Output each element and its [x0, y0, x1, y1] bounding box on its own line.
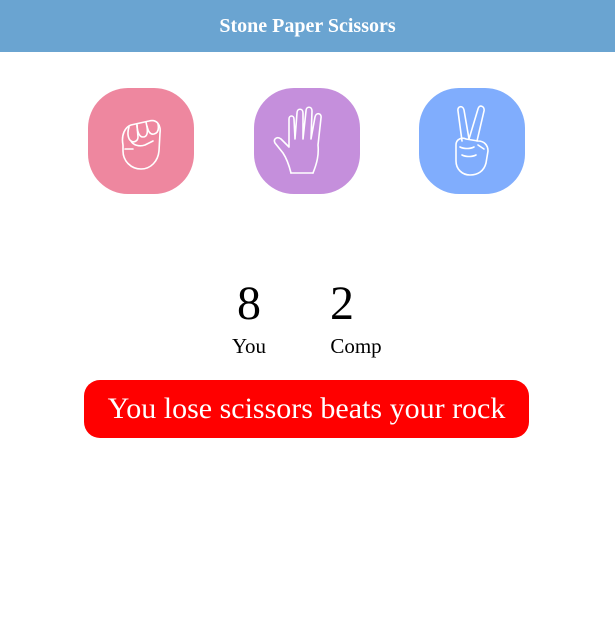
rock-button[interactable]: [88, 88, 194, 194]
computer-score-label: Comp: [330, 334, 382, 358]
peace-hand-icon: [455, 105, 489, 176]
app-title: Stone Paper Scissors: [219, 14, 396, 37]
computer-score-value: 2: [330, 277, 354, 330]
scissors-button[interactable]: [419, 88, 525, 194]
result-banner: You lose scissors beats your rock: [84, 380, 529, 438]
app-header: Stone Paper Scissors: [0, 0, 615, 52]
computer-score: 2 Comp: [326, 276, 386, 358]
paper-button[interactable]: [254, 88, 360, 194]
player-score-label: You: [231, 334, 267, 358]
player-score-value: 8: [237, 277, 261, 330]
fist-icon: [121, 119, 161, 170]
player-score: 8 You: [230, 276, 268, 358]
result-message: You lose scissors beats your rock: [107, 392, 506, 425]
open-hand-icon: [273, 106, 322, 174]
